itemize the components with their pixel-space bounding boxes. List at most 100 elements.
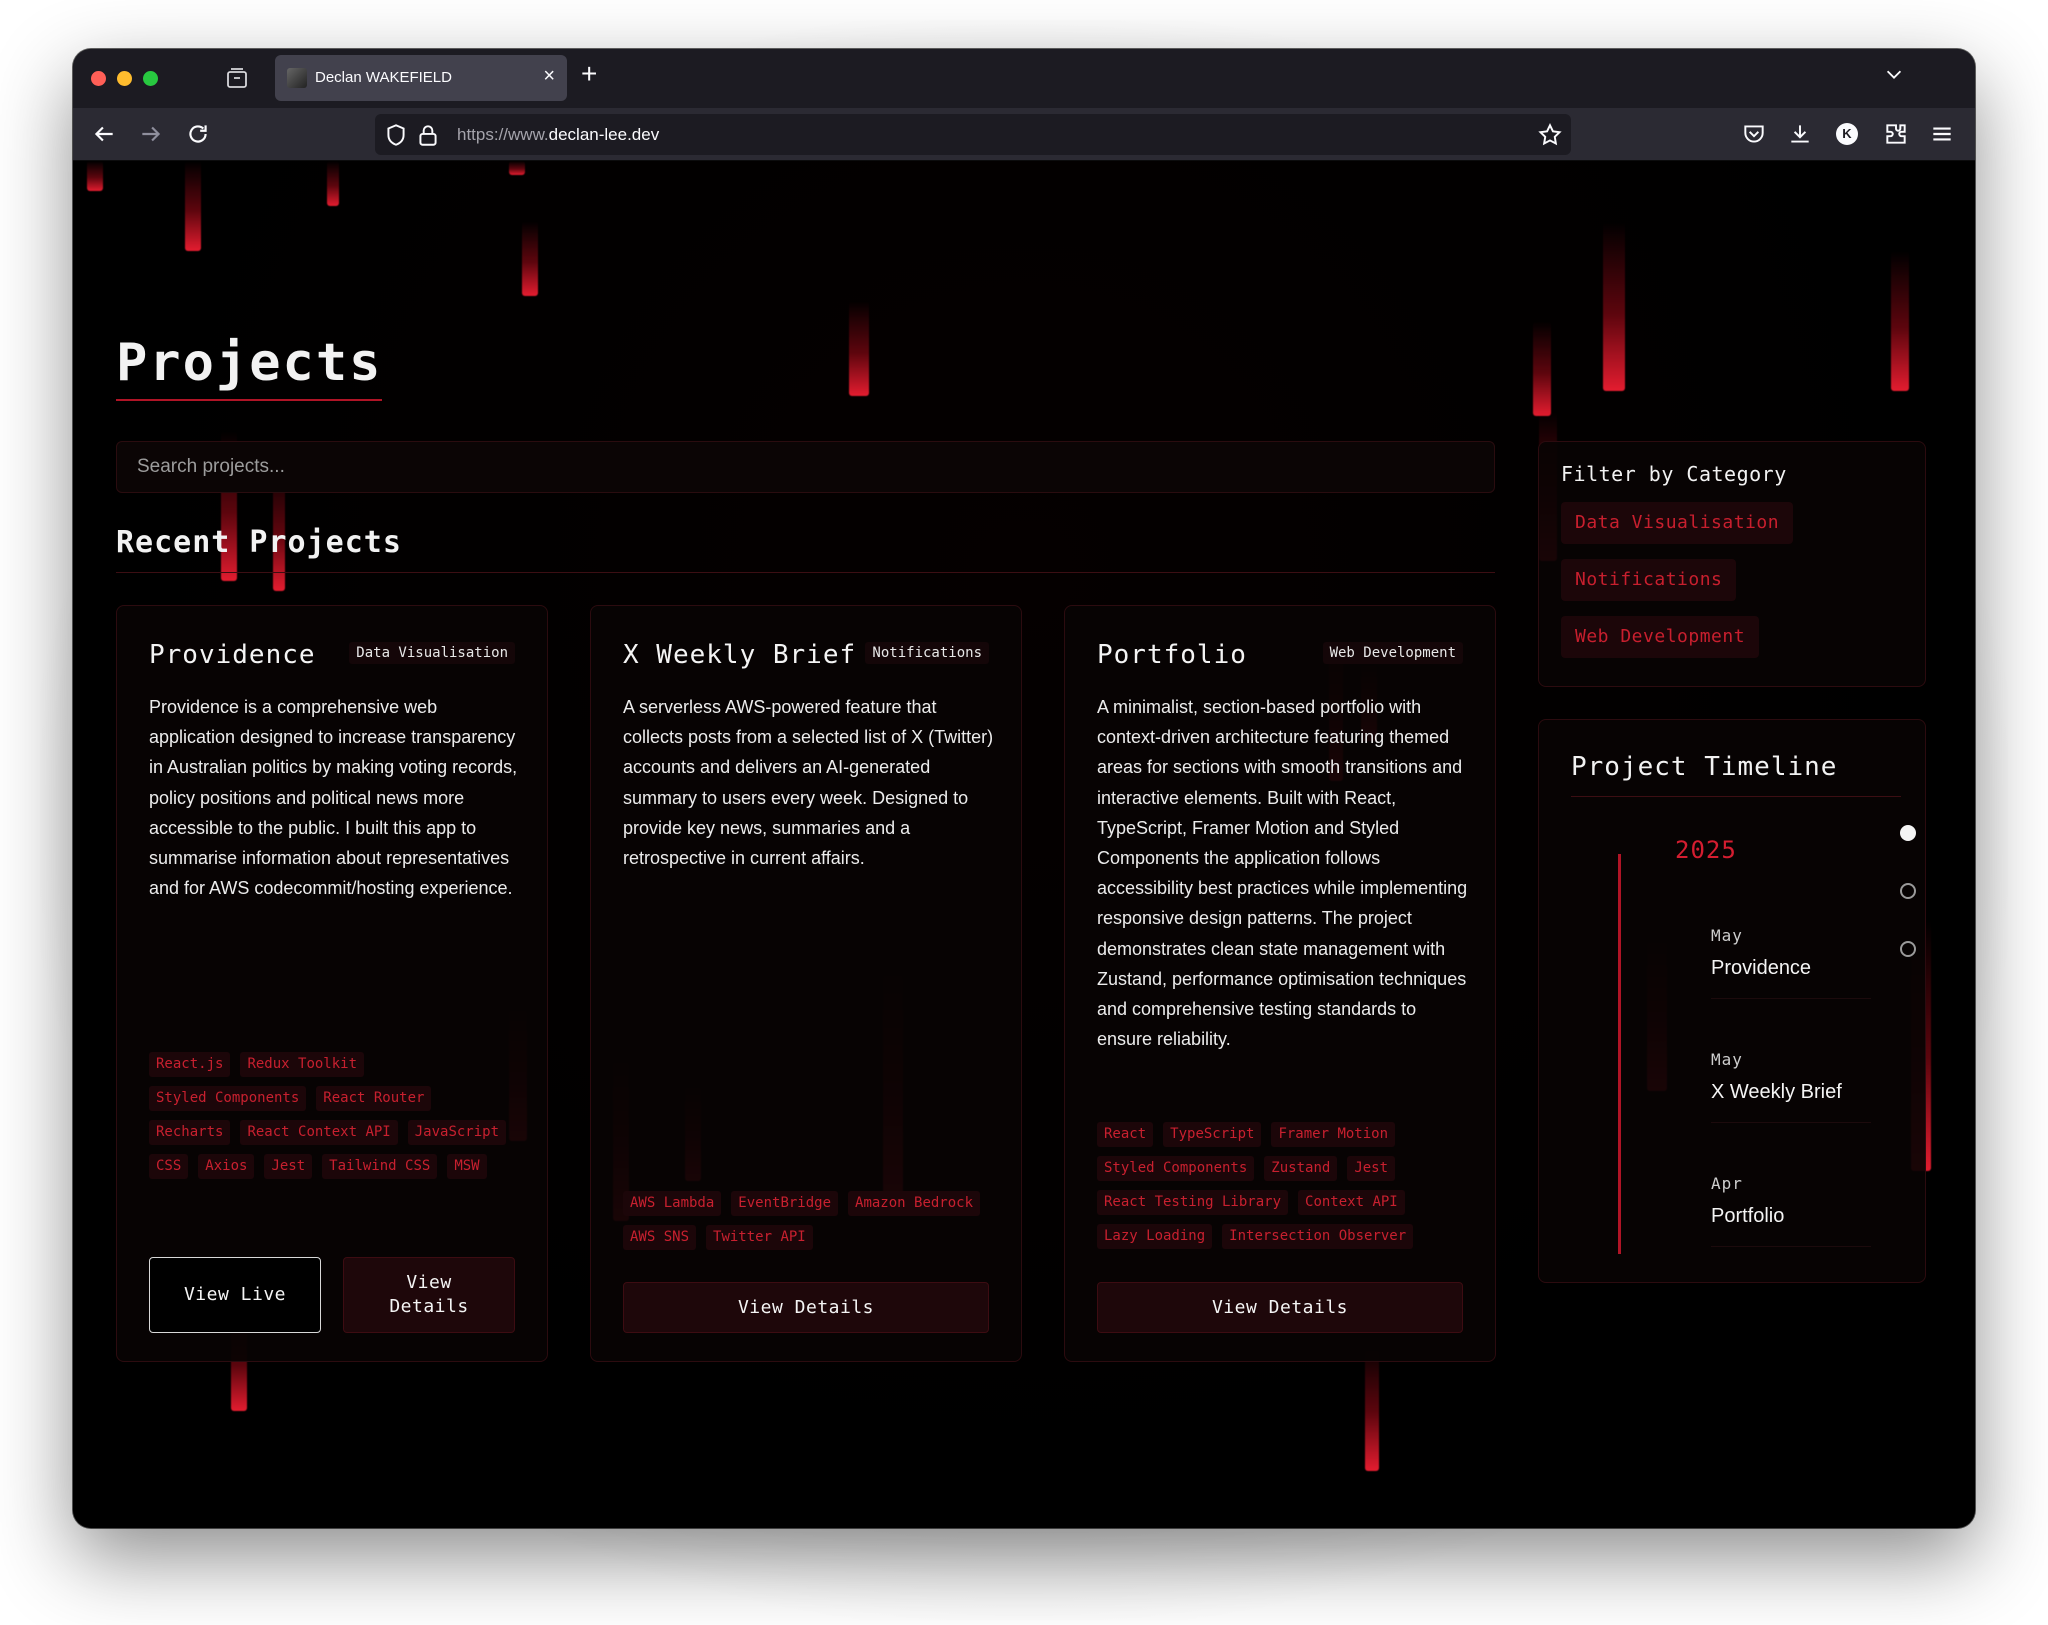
code-rain-streak [849, 301, 869, 396]
project-card: Providence Data Visualisation Providence… [116, 605, 548, 1362]
category-badge: Web Development [1322, 642, 1463, 664]
url-bar[interactable]: https://www.declan-lee.dev [375, 114, 1571, 155]
tech-tag: React Testing Library [1097, 1190, 1289, 1215]
tech-tag: CSS [149, 1154, 189, 1179]
timeline-heading: Project Timeline [1571, 752, 1901, 797]
url-domain: declan-lee.dev [548, 125, 660, 144]
tech-tags: AWS Lambda EventBridge Amazon Bedrock AWS S… [623, 1191, 995, 1250]
view-details-button[interactable]: View Details [1097, 1282, 1463, 1333]
project-description: A minimalist, section-based portfolio wi… [1097, 697, 1468, 1050]
bookmark-star-icon[interactable] [1537, 122, 1563, 148]
browser-window: Declan WAKEFIELD × + https://www.declan-… [73, 49, 1975, 1528]
filter-data-visualisation[interactable]: Data Visualisation [1561, 502, 1794, 544]
tab-title: Declan WAKEFIELD [315, 69, 452, 86]
tech-tag: React [1097, 1122, 1154, 1147]
timeline-month: Apr [1711, 1174, 1743, 1193]
project-name: Providence [149, 640, 316, 670]
tech-tag: Redux Toolkit [240, 1052, 365, 1077]
tech-tag: Intersection Observer [1222, 1224, 1414, 1249]
tech-tag: Twitter API [706, 1225, 813, 1250]
tech-tag: Context API [1298, 1190, 1405, 1215]
site-favicon-icon [287, 68, 307, 88]
timeline-entry[interactable]: Apr Portfolio [1711, 1174, 1871, 1247]
tech-tag: React Context API [240, 1120, 398, 1145]
active-tab[interactable]: Declan WAKEFIELD × [275, 55, 567, 101]
filter-heading: Filter by Category [1561, 462, 1787, 486]
recent-projects-heading: Recent Projects [116, 525, 1495, 573]
timeline-entry[interactable]: May X Weekly Brief [1711, 1050, 1871, 1123]
minimize-window-button[interactable] [117, 71, 132, 86]
project-name: X Weekly Brief [623, 640, 857, 670]
tech-tag: Styled Components [149, 1086, 307, 1111]
tech-tag: Recharts [149, 1120, 231, 1145]
forward-icon[interactable] [138, 121, 164, 147]
category-badge: Data Visualisation [349, 642, 515, 664]
back-icon[interactable] [91, 121, 117, 147]
view-details-button[interactable]: View Details [343, 1257, 515, 1333]
extensions-icon[interactable] [1883, 121, 1909, 147]
tech-tag: React.js [149, 1052, 231, 1077]
tab-manager-icon[interactable] [225, 66, 251, 92]
close-window-button[interactable] [91, 71, 106, 86]
tech-tag: Jest [264, 1154, 313, 1179]
code-rain-streak [185, 161, 201, 251]
timeline-entry[interactable]: May Providence [1711, 926, 1871, 999]
project-card: X Weekly Brief Notifications A serverles… [590, 605, 1022, 1362]
lock-icon[interactable] [415, 122, 441, 148]
close-tab-icon[interactable]: × [543, 65, 555, 88]
timeline-dot[interactable] [1900, 825, 1916, 841]
timeline-dot[interactable] [1900, 941, 1916, 957]
menu-icon[interactable] [1929, 121, 1955, 147]
tech-tag: JavaScript [407, 1120, 507, 1145]
search-input[interactable] [116, 441, 1495, 493]
timeline-month: May [1711, 1050, 1743, 1069]
tab-list-chevron-icon[interactable] [1883, 63, 1905, 85]
url-prefix: https://www. [457, 125, 549, 144]
tech-tag: React Router [316, 1086, 432, 1111]
tab-bar: Declan WAKEFIELD × + [73, 49, 1975, 108]
tech-tag: Amazon Bedrock [848, 1191, 981, 1216]
filter-panel: Filter by Category Data Visualisation No… [1538, 441, 1926, 687]
tech-tag: TypeScript [1163, 1122, 1262, 1147]
tech-tag: Styled Components [1097, 1156, 1255, 1181]
timeline-year: 2025 [1675, 836, 1737, 864]
shield-icon[interactable] [383, 122, 409, 148]
new-tab-button[interactable]: + [581, 59, 597, 89]
code-rain-streak [327, 161, 339, 206]
timeline-project-name: Providence [1711, 957, 1812, 979]
code-rain-streak [1891, 251, 1909, 391]
reload-icon[interactable] [185, 121, 211, 147]
filter-notifications[interactable]: Notifications [1561, 559, 1737, 601]
page-title: Projects [116, 333, 383, 401]
tech-tag: AWS SNS [623, 1225, 697, 1250]
filter-web-development[interactable]: Web Development [1561, 616, 1760, 658]
tech-tag: AWS Lambda [623, 1191, 722, 1216]
code-rain-streak [522, 221, 538, 296]
tech-tag: Lazy Loading [1097, 1224, 1213, 1249]
tech-tag: Tailwind CSS [322, 1154, 438, 1179]
project-description: Providence is a comprehensive web applic… [149, 697, 518, 899]
page-content: Projects Recent Projects Providence Data… [73, 161, 1975, 1528]
url-text[interactable]: https://www.declan-lee.dev [457, 125, 659, 145]
category-badge: Notifications [865, 642, 989, 664]
tech-tags: React TypeScript Framer Motion Styled Compo… [1097, 1122, 1469, 1249]
tech-tag: Axios [198, 1154, 255, 1179]
pocket-icon[interactable] [1741, 121, 1767, 147]
timeline-line [1618, 854, 1621, 1254]
navigation-toolbar: https://www.declan-lee.dev K [73, 108, 1975, 161]
account-avatar[interactable]: K [1836, 123, 1858, 145]
view-live-button[interactable]: View Live [149, 1257, 321, 1333]
timeline-month: May [1711, 926, 1743, 945]
timeline-dot[interactable] [1900, 883, 1916, 899]
tech-tag: MSW [447, 1154, 487, 1179]
zoom-window-button[interactable] [143, 71, 158, 86]
timeline-project-name: X Weekly Brief [1711, 1081, 1842, 1103]
view-details-button[interactable]: View Details [623, 1282, 989, 1333]
tech-tag: Jest [1347, 1156, 1396, 1181]
tech-tag: Framer Motion [1271, 1122, 1396, 1147]
tech-tags: React.js Redux Toolkit Styled Components Re… [149, 1052, 521, 1179]
timeline-project-name: Portfolio [1711, 1205, 1785, 1227]
code-rain-streak [1533, 321, 1551, 416]
tech-tag: EventBridge [731, 1191, 839, 1216]
download-icon[interactable] [1787, 121, 1813, 147]
